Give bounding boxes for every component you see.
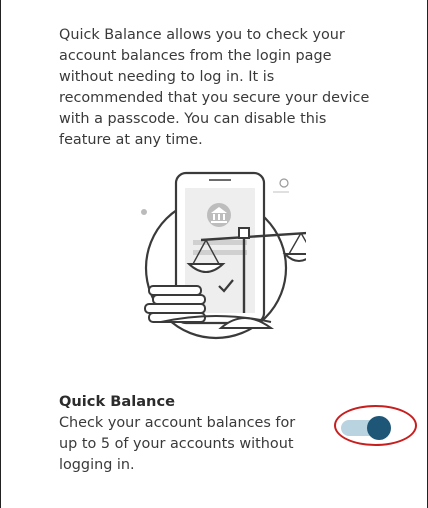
setting-title: Quick Balance <box>59 393 175 410</box>
toggle-knob <box>367 416 391 440</box>
intro-text: Quick Balance allows you to check your a… <box>59 27 370 148</box>
setting-description: Check your account balances for up to 5 … <box>59 415 296 473</box>
phone-scale-coins-illustration <box>131 168 316 353</box>
quick-balance-panel: Quick Balance allows you to check your a… <box>0 0 428 508</box>
quick-balance-toggle[interactable] <box>339 416 391 440</box>
